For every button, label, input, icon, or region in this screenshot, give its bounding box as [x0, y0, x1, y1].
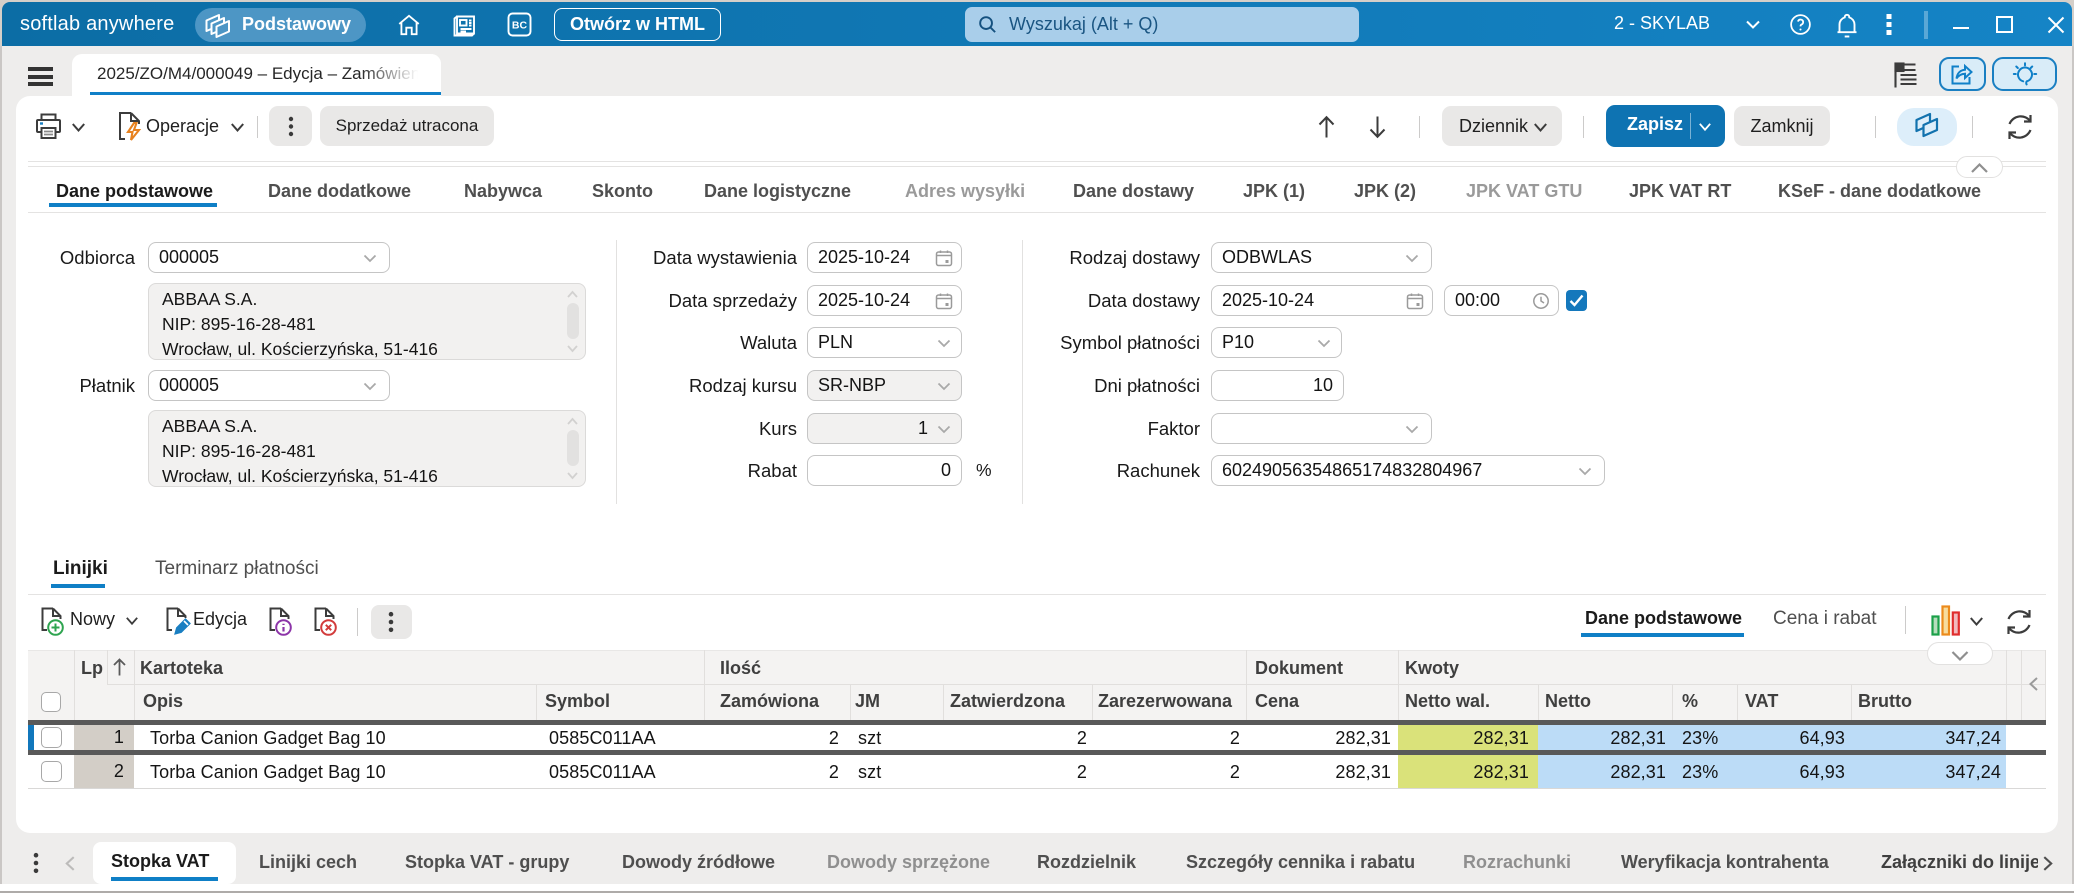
svg-text:BC: BC: [512, 20, 528, 32]
